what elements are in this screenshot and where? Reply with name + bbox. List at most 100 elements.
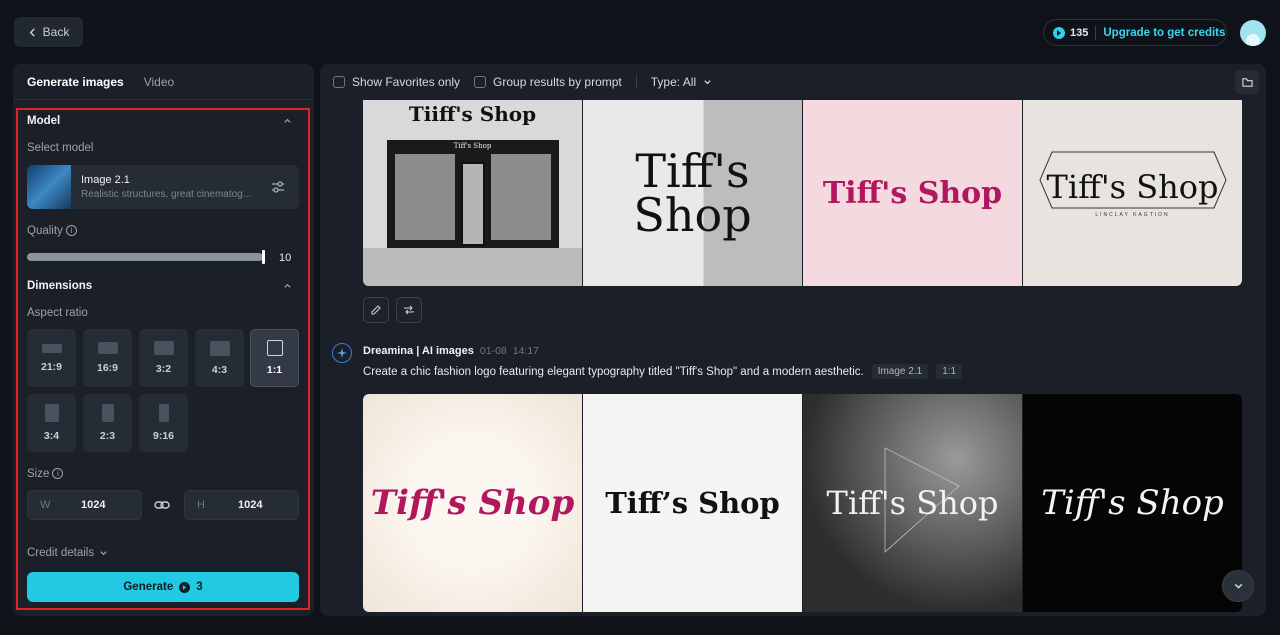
favorites-filter[interactable]: Show Favorites only — [333, 75, 460, 89]
avatar[interactable] — [1240, 20, 1266, 46]
aspect-4-3-button[interactable]: 4:3 — [195, 329, 244, 387]
ratio-1-1-icon — [266, 340, 283, 356]
aspect-ratio-label: Aspect ratio — [27, 307, 88, 319]
mode-tabs: Generate images Video — [13, 64, 314, 100]
logo-text: Tiff's Shop — [1046, 168, 1219, 206]
storefront-sign-text: Tiiff's Shop — [408, 102, 537, 126]
tab-video[interactable]: Video — [144, 75, 174, 89]
batch-author: Dreamina | AI images — [363, 345, 474, 357]
generated-image-black-script[interactable]: Tiff's Shop — [1023, 394, 1242, 612]
chevron-down-icon — [1234, 583, 1242, 589]
folder-button[interactable] — [1235, 70, 1259, 94]
back-label: Back — [42, 25, 70, 39]
logo-text: Tiff's Shop — [1041, 483, 1224, 523]
chevron-up-icon[interactable] — [283, 116, 292, 125]
batch-date: 01-08 — [479, 345, 507, 357]
generated-image-hexagon[interactable]: Tiff's Shop LINCLAY KAGTION — [1023, 100, 1242, 286]
logo-text: Tiff’s Shop — [605, 486, 780, 520]
generated-image-serif-stacked[interactable]: Tiff's Shop — [583, 100, 802, 286]
generated-image-storefront[interactable]: Tiiff's Shop Tiff's Shop — [363, 100, 582, 286]
credit-coin-icon — [1053, 26, 1065, 39]
storefront-awning-text: Tiff's Shop — [453, 142, 492, 150]
generated-image-white-serif[interactable]: Tiff’s Shop — [583, 394, 802, 612]
aspect-3-4-button[interactable]: 3:4 — [27, 394, 76, 452]
generated-image-pink[interactable]: Tiff's Shop — [803, 100, 1022, 286]
ratio-9-16-icon — [158, 404, 169, 422]
results-panel: Show Favorites only Group results by pro… — [320, 64, 1266, 616]
pencil-icon — [371, 305, 381, 315]
generated-image-dark-gradient[interactable]: Tiff's Shop — [803, 394, 1022, 612]
logo-text: Tiff's Shop — [822, 175, 1003, 211]
aspect-1-1-button[interactable]: 1:1 — [250, 329, 299, 387]
height-value: 1024 — [238, 499, 263, 511]
top-bar: Back 135 Upgrade to get credits — [0, 0, 1280, 64]
divider — [635, 75, 637, 89]
dimensions-section-title: Dimensions — [27, 280, 93, 292]
slider-handle[interactable] — [262, 250, 265, 264]
prompt-text: Create a chic fashion logo featuring ele… — [363, 365, 864, 378]
chevron-down-icon — [100, 550, 107, 555]
favorites-checkbox[interactable] — [333, 76, 345, 88]
credits-count: 135 — [1070, 26, 1089, 39]
sliders-icon[interactable] — [271, 180, 285, 194]
ratio-3-4-icon — [44, 404, 59, 422]
aspect-3-2-button[interactable]: 3:2 — [139, 329, 188, 387]
storefront-window-right — [490, 154, 551, 240]
tab-generate-images[interactable]: Generate images — [27, 75, 124, 89]
scroll-down-button[interactable] — [1222, 570, 1254, 602]
divider — [1095, 25, 1097, 40]
aspect-21-9-button[interactable]: 21:9 — [27, 329, 76, 387]
group-checkbox[interactable] — [474, 76, 487, 88]
storefront-sidewalk — [363, 247, 582, 286]
quality-slider[interactable] — [27, 250, 265, 264]
generated-image-cream-script[interactable]: Tiff's Shop — [363, 394, 582, 612]
model-description: Realistic structures, great cinematog... — [81, 189, 252, 200]
model-selector[interactable]: Image 2.1 Realistic structures, great ci… — [27, 165, 299, 209]
credit-details-toggle[interactable]: Credit details — [27, 547, 108, 559]
model-tag: Image 2.1 — [871, 364, 929, 379]
type-dropdown[interactable]: Type: All — [651, 75, 712, 89]
quality-value: 10 — [279, 252, 292, 264]
filter-bar: Show Favorites only Group results by pro… — [320, 64, 1266, 100]
storefront-window-left — [394, 154, 455, 240]
chevron-up-icon[interactable] — [283, 281, 292, 290]
width-key: W — [40, 499, 51, 511]
aspect-9-16-button[interactable]: 9:16 — [139, 394, 188, 452]
aspect-2-3-button[interactable]: 2:3 — [83, 394, 132, 452]
back-button[interactable]: Back — [14, 17, 83, 47]
model-thumbnail — [27, 165, 71, 209]
link-icon[interactable] — [154, 497, 170, 513]
width-field[interactable]: W 1024 — [27, 490, 142, 520]
info-icon[interactable]: i — [65, 225, 77, 237]
generation-sidebar: Generate images Video Model Select model… — [13, 64, 314, 616]
ratio-2-3-icon — [101, 404, 114, 422]
group-filter[interactable]: Group results by prompt — [474, 75, 622, 89]
generate-button[interactable]: Generate 3 — [27, 572, 299, 602]
aspect-16-9-button[interactable]: 16:9 — [83, 329, 132, 387]
model-section-title: Model — [27, 115, 61, 127]
chevron-left-icon — [29, 27, 35, 37]
image-row-1: Tiiff's Shop Tiff's Shop Tiff's Shop Tif… — [363, 100, 1242, 286]
batch-time: 14:17 — [512, 345, 540, 357]
ratio-4-3-icon — [209, 340, 230, 356]
info-icon[interactable]: i — [52, 468, 64, 480]
edit-button[interactable] — [363, 297, 389, 323]
model-info: Image 2.1 Realistic structures, great ci… — [81, 174, 271, 200]
logo-text: Tiff's Shop — [826, 484, 999, 522]
logo-text: Tiff's Shop — [370, 483, 575, 523]
height-field[interactable]: H 1024 — [184, 490, 299, 520]
storefront-door — [460, 162, 485, 246]
repeat-icon — [404, 305, 414, 315]
credits-pill[interactable]: 135 Upgrade to get credits — [1043, 19, 1227, 46]
ratio-16-9-icon — [97, 342, 118, 354]
regenerate-button[interactable] — [396, 297, 422, 323]
batch-header: Dreamina | AI images 01-08 14:17 — [363, 345, 539, 357]
image-row-2: Tiff's Shop Tiff’s Shop Tiff's Shop Tiff… — [363, 394, 1242, 612]
storefront-facade: Tiff's Shop — [386, 140, 559, 248]
chevron-down-icon — [704, 79, 711, 84]
upgrade-link[interactable]: Upgrade to get credits — [1103, 27, 1225, 39]
logo-line-2: Shop — [633, 188, 752, 242]
generate-cost: 3 — [196, 581, 203, 593]
model-name: Image 2.1 — [81, 174, 130, 186]
dreamina-logo-icon — [332, 343, 352, 363]
